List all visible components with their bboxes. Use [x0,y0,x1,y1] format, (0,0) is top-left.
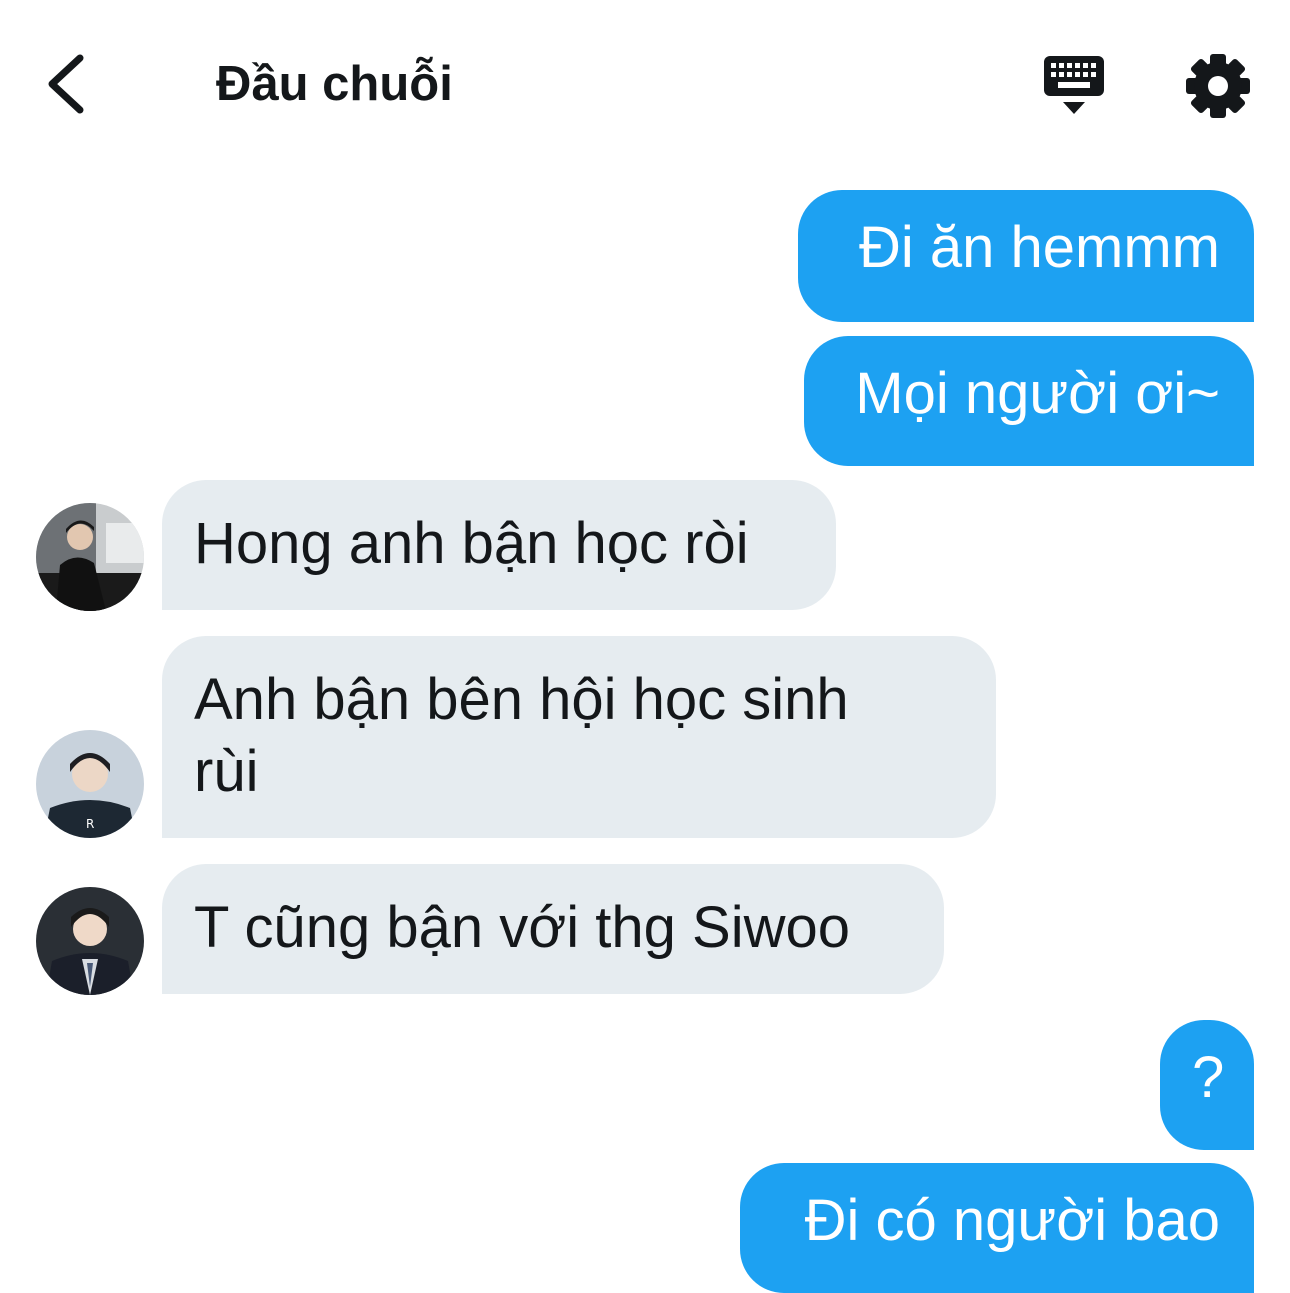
message-text: Hong anh bận học ròi [194,511,749,576]
keyboard-icon [1044,56,1104,114]
message-text-line: rùi [194,739,259,804]
conversation-header: Đầu chuỗi [0,0,1290,170]
svg-text:R: R [86,817,94,831]
message-text: Đi có người bao [804,1188,1220,1253]
message-bubble-outgoing[interactable]: Đi có người bao [740,1163,1254,1293]
avatar-photo [36,503,144,611]
message-text-line: Anh bận bên hội học sinh [194,667,849,732]
message-bubble-outgoing[interactable]: ? [1160,1020,1254,1150]
message-text: ? [1192,1045,1225,1110]
conversation-title: Đầu chuỗi [216,57,453,111]
message-bubble-outgoing[interactable]: Đi ăn hemmm [798,190,1254,322]
settings-button[interactable] [1180,48,1256,124]
message-bubble-incoming[interactable]: T cũng bận với thg Siwoo [162,864,944,994]
avatar[interactable]: R [36,730,144,838]
avatar-photo [36,887,144,995]
avatar[interactable] [36,503,144,611]
message-text: Đi ăn hemmm [859,215,1220,280]
back-button[interactable] [30,44,110,124]
message-bubble-incoming[interactable]: Anh bận bên hội học sinh rùi [162,636,996,838]
message-bubble-incoming[interactable]: Hong anh bận học ròi [162,480,836,610]
avatar-photo: R [36,730,144,838]
message-bubble-outgoing[interactable]: Mọi người ơi~ [804,336,1254,466]
chevron-left-icon [48,54,84,114]
keyboard-button[interactable] [1036,50,1112,120]
avatar[interactable] [36,887,144,995]
message-text: Mọi người ơi~ [855,361,1220,426]
gear-icon [1186,54,1250,118]
message-text: T cũng bận với thg Siwoo [194,895,851,960]
